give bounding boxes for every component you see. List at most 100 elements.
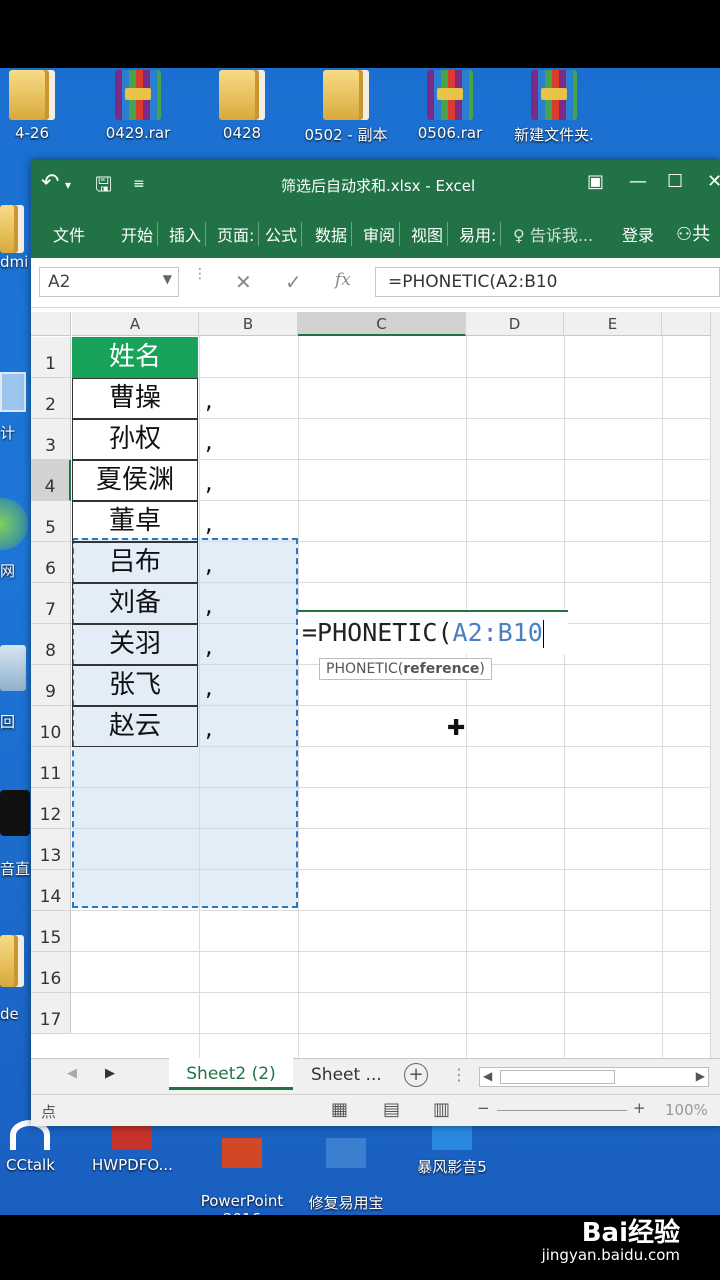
zoom-out-icon[interactable]: − [477, 1099, 490, 1117]
editing-cell-c4[interactable]: =PHONETIC(A2:B10 [298, 610, 568, 654]
cell-b[interactable]: , [199, 583, 297, 624]
formula-input[interactable]: =PHONETIC(A2:B10 [375, 267, 720, 297]
save-icon[interactable]: 🖫 [95, 170, 112, 204]
cell-b[interactable]: , [199, 665, 297, 706]
row-header[interactable]: 9 [31, 665, 71, 706]
cell-b[interactable]: , [199, 706, 297, 747]
insert-function-icon[interactable]: fx [335, 270, 351, 290]
scroll-right-icon[interactable]: ▶ [105, 1066, 115, 1081]
cell-b[interactable]: , [199, 501, 297, 542]
desktop-icon-network[interactable]: 网 [0, 498, 28, 581]
chevron-down-icon[interactable]: ▼ [163, 272, 172, 286]
cell-a-name[interactable]: 吕布 [72, 542, 198, 583]
zoom-in-icon[interactable]: + [633, 1099, 646, 1117]
row-header[interactable]: 4 [31, 460, 71, 501]
desktop-icon-cctalk[interactable]: CCtalk [6, 1120, 55, 1174]
cell-a-name[interactable]: 曹操 [72, 378, 198, 419]
row-header[interactable]: 16 [31, 952, 71, 993]
desktop-icon-de[interactable]: de [0, 935, 24, 1023]
desktop-icon-storm-player[interactable]: 暴风影音5 [406, 1120, 498, 1177]
tab-page-layout[interactable]: 页面: [217, 222, 260, 246]
desktop-icon-0429-rar[interactable]: 0429.rar [92, 70, 184, 142]
login-link[interactable]: 登录 [622, 222, 654, 246]
desktop-icon-new-folder[interactable]: 新建文件夹. [508, 70, 600, 145]
desktop-icon-admin[interactable]: dmi [0, 205, 28, 271]
tab-formulas[interactable]: 公式 [265, 222, 303, 246]
cell-b[interactable]: , [199, 419, 297, 460]
row-header[interactable]: 10 [31, 706, 71, 747]
cell-a-name[interactable]: 刘备 [72, 583, 198, 624]
cell-a-name[interactable]: 董卓 [72, 501, 198, 542]
cell-b[interactable]: , [199, 624, 297, 665]
minimize-icon[interactable]: — [629, 171, 647, 192]
customize-toolbar-icon[interactable]: ≡ [133, 176, 145, 192]
add-sheet-icon[interactable]: + [404, 1063, 428, 1087]
desktop-icon-recycle-bin[interactable]: 回 [0, 645, 26, 732]
scroll-left-icon[interactable]: ◀ [483, 1069, 492, 1083]
tab-sheet2-copy[interactable]: Sheet2 (2) [169, 1058, 293, 1090]
row-header[interactable]: 6 [31, 542, 71, 583]
cancel-icon[interactable]: ✕ [235, 270, 252, 294]
row-header[interactable]: 13 [31, 829, 71, 870]
desktop-icon-0506-rar[interactable]: 0506.rar [404, 70, 496, 142]
select-all-corner[interactable] [31, 312, 71, 336]
horizontal-scrollbar[interactable]: ◀ ▶ [479, 1067, 709, 1087]
share-button[interactable]: ⚇共 [676, 220, 710, 246]
desktop-icon-0502-copy[interactable]: 0502 - 副本 [300, 70, 392, 145]
cell-b[interactable]: , [199, 460, 297, 501]
worksheet-grid[interactable]: A B C D E 1 2 3 4 5 6 7 8 9 10 11 12 13 14 15 16 17 姓名 ,… [31, 312, 720, 1058]
column-header-b[interactable]: B [199, 312, 298, 336]
splitter-icon[interactable]: ⋮ [451, 1065, 467, 1084]
cell-a-name[interactable]: 赵云 [72, 706, 198, 747]
row-header[interactable]: 1 [31, 337, 71, 378]
row-header[interactable]: 5 [31, 501, 71, 542]
maximize-icon[interactable]: ☐ [667, 171, 683, 192]
desktop-icon-computer[interactable]: 计 [0, 372, 26, 443]
zoom-slider[interactable] [497, 1110, 627, 1111]
cell-a-name[interactable]: 孙权 [72, 419, 198, 460]
tell-me-box[interactable]: ♀ 告诉我... [513, 222, 593, 246]
name-box[interactable]: A2 ▼ [39, 267, 179, 297]
tab-review[interactable]: 审阅 [363, 222, 401, 246]
scroll-thumb[interactable] [500, 1070, 615, 1084]
tab-view[interactable]: 视图 [411, 222, 449, 246]
desktop-icon-0428[interactable]: 0428 [196, 70, 288, 142]
row-header[interactable]: 12 [31, 788, 71, 829]
ribbon-display-icon[interactable]: ▣ [587, 171, 604, 192]
undo-dropdown-icon[interactable]: ▾ [65, 178, 71, 192]
row-header[interactable]: 14 [31, 870, 71, 911]
cell-b[interactable]: , [199, 378, 297, 419]
row-header[interactable]: 7 [31, 583, 71, 624]
page-break-view-icon[interactable]: ▥ [433, 1099, 450, 1120]
tab-easyuse[interactable]: 易用: [459, 222, 502, 246]
column-header-d[interactable]: D [466, 312, 564, 336]
tab-sheet-other[interactable]: Sheet ... [311, 1065, 382, 1085]
vertical-scrollbar[interactable] [710, 312, 720, 1058]
scroll-left-icon[interactable]: ◀ [67, 1066, 77, 1081]
cell-b[interactable]: , [199, 542, 297, 583]
normal-view-icon[interactable]: ▦ [331, 1099, 348, 1120]
row-header[interactable]: 2 [31, 378, 71, 419]
tab-insert[interactable]: 插入 [169, 222, 207, 246]
row-header[interactable]: 8 [31, 624, 71, 665]
zoom-level[interactable]: 100% [665, 1101, 708, 1119]
tab-file[interactable]: 文件 [53, 222, 89, 246]
enter-icon[interactable]: ✓ [285, 270, 302, 294]
header-cell-name[interactable]: 姓名 [72, 337, 198, 378]
tab-home[interactable]: 开始 [121, 222, 159, 246]
column-header-e[interactable]: E [564, 312, 662, 336]
tab-data[interactable]: 数据 [315, 222, 353, 246]
desktop-icon-live[interactable]: 音直 [0, 790, 30, 879]
desktop-icon-4-26[interactable]: 4-26 [0, 70, 78, 142]
scroll-right-icon[interactable]: ▶ [696, 1069, 705, 1083]
row-header[interactable]: 15 [31, 911, 71, 952]
undo-icon[interactable]: ↶ [41, 170, 59, 195]
column-header-c[interactable]: C [298, 312, 466, 336]
desktop-icon-hwpdf[interactable]: HWPDFO... [92, 1120, 173, 1174]
cell-a-name[interactable]: 夏侯渊 [72, 460, 198, 501]
cell-a-name[interactable]: 张飞 [72, 665, 198, 706]
column-header-a[interactable]: A [72, 312, 199, 336]
row-header[interactable]: 17 [31, 993, 71, 1034]
page-layout-view-icon[interactable]: ▤ [383, 1099, 400, 1120]
function-tooltip[interactable]: PHONETIC(reference) [319, 658, 492, 680]
